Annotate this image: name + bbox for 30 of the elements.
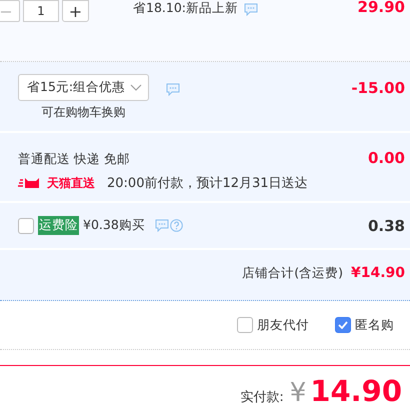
check-icon <box>338 321 348 329</box>
chat-icon[interactable] <box>166 83 180 96</box>
promotion-text: 省18.10:新品上新 <box>133 0 238 17</box>
payment-amount: 14.90 <box>310 374 402 408</box>
item-price: 29.90 <box>358 0 406 16</box>
delivery-method: 普通配送 快递 免邮 <box>18 151 131 168</box>
insurance-amount: 0.38 <box>368 216 406 234</box>
checkbox[interactable] <box>18 218 34 234</box>
payment-label: 实付款: <box>240 389 284 406</box>
discount-amount: -15.00 <box>351 79 406 97</box>
insurance-tag: 运费险 <box>38 216 79 235</box>
option-label[interactable]: 匿名购 <box>355 316 394 334</box>
plus-button[interactable]: + <box>62 0 89 22</box>
quantity-field[interactable]: 1 <box>23 0 59 22</box>
store-total-amount: ¥14.90 <box>350 265 406 281</box>
discount-dropdown[interactable]: 省15元:组合优惠 <box>18 74 149 101</box>
delivery-estimate: 20:00前付款，预计12月31日送达 <box>107 175 308 192</box>
option-label[interactable]: 朋友代付 <box>257 316 309 334</box>
store-total-label: 店铺合计(含运费) <box>242 264 343 282</box>
delivery-amount: 0.00 <box>368 149 406 167</box>
chat-icon[interactable] <box>154 219 169 232</box>
checkbox[interactable] <box>335 317 351 333</box>
hint-text: 可在购物车换购 <box>42 104 126 121</box>
currency-symbol: ¥ <box>290 378 306 408</box>
caret-icon <box>130 84 142 92</box>
chat-icon[interactable] <box>244 3 258 16</box>
help-icon[interactable] <box>170 219 183 232</box>
checkbox[interactable] <box>237 317 253 333</box>
insurance-offer: ¥0.38购买 <box>83 217 145 234</box>
badge-text: 天猫直送 <box>47 174 95 192</box>
